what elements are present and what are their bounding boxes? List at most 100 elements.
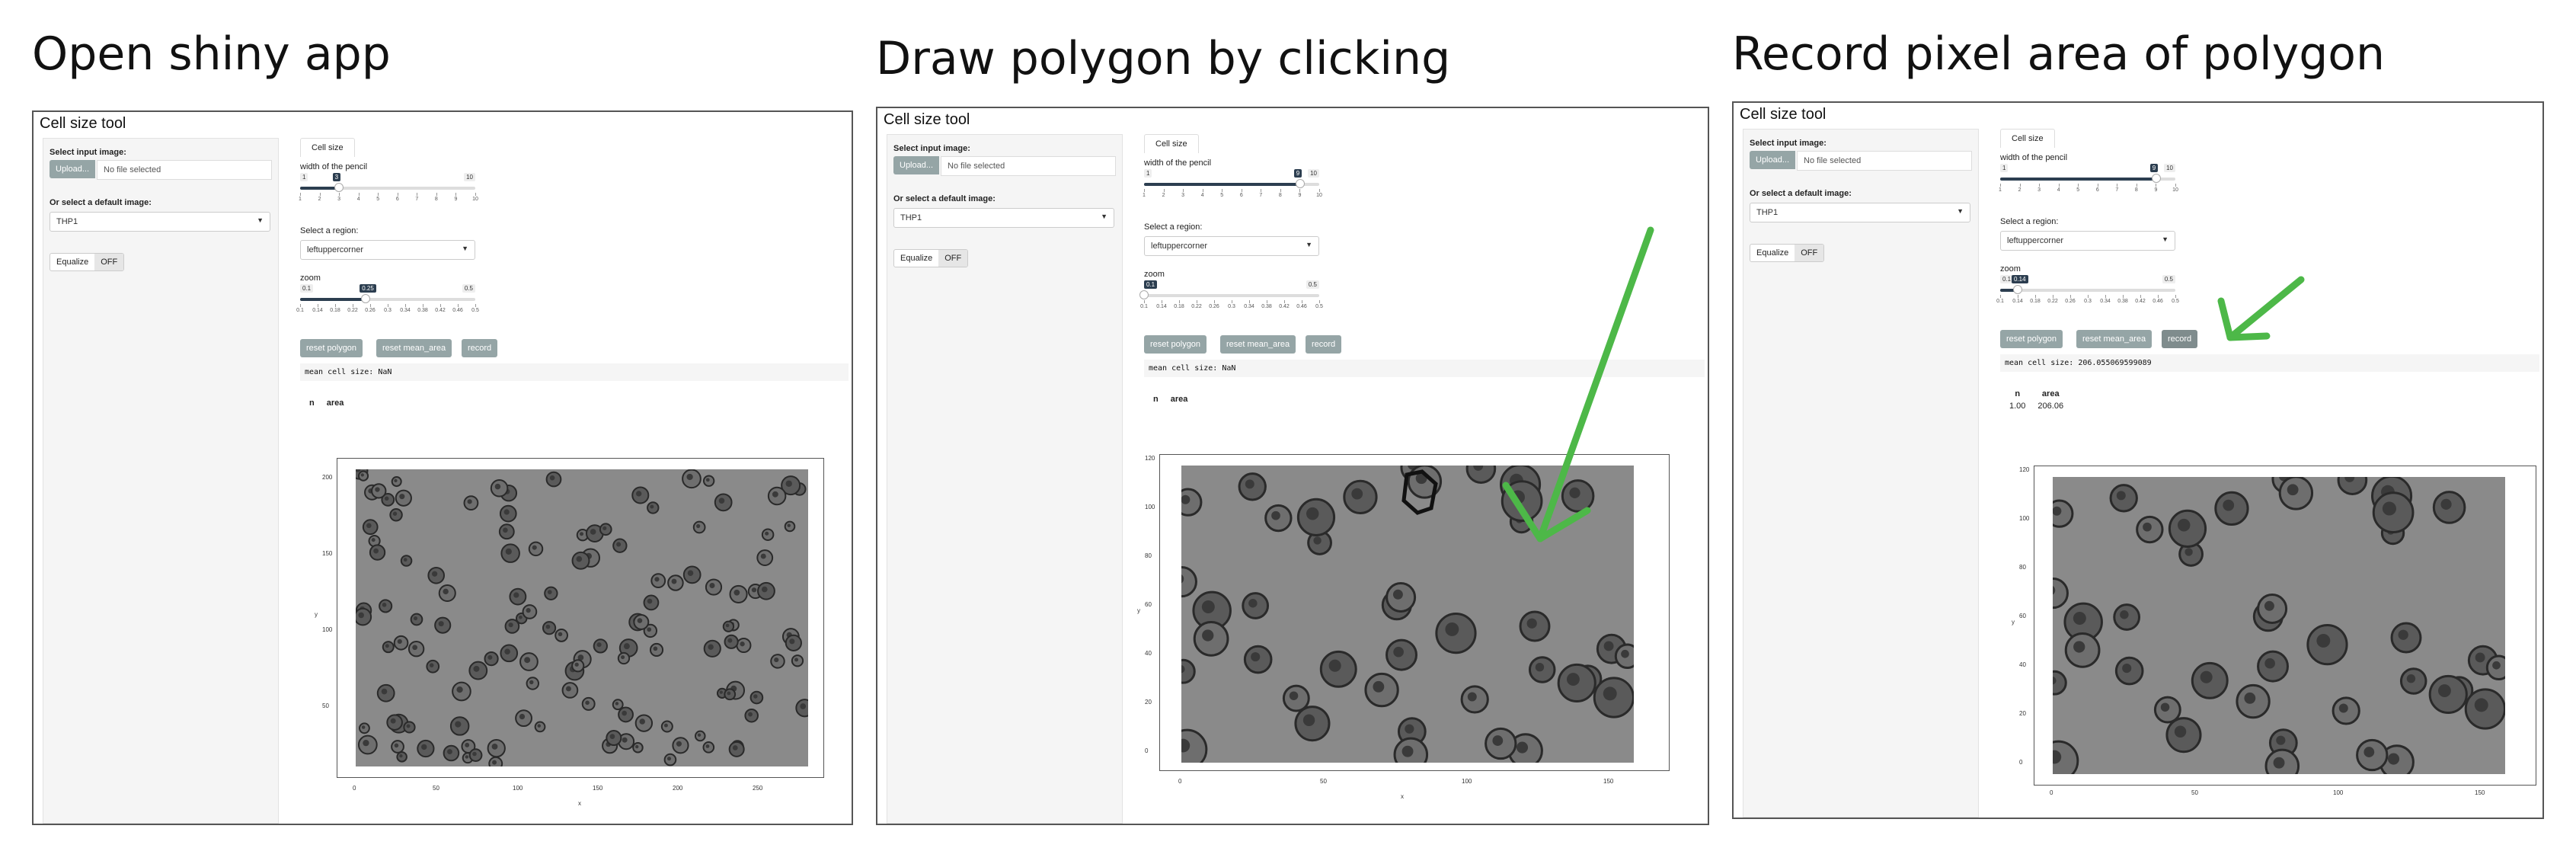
- slider-handle[interactable]: [2013, 285, 2022, 294]
- pencil-width-slider[interactable]: 1 10 3 1 2 3 4 5 6 7 8 9 10: [299, 173, 478, 203]
- slider-value: 0.1: [1144, 280, 1158, 289]
- slider-tick: [2058, 184, 2060, 187]
- y-tick: 60: [1145, 601, 1152, 608]
- default-image-select[interactable]: THP1 ▼: [1750, 203, 1970, 222]
- default-image-select[interactable]: THP1 ▼: [893, 208, 1114, 228]
- equalize-toggle[interactable]: Equalize OFF: [50, 253, 125, 271]
- slider-tick-label: 6: [1239, 193, 1243, 198]
- region-value: leftuppercorner: [2007, 236, 2063, 245]
- slider-tick: [300, 193, 301, 196]
- cell-image[interactable]: [2053, 477, 2505, 774]
- reset-mean-area-button[interactable]: reset mean_area: [376, 339, 452, 357]
- slider-tick: [2035, 295, 2036, 298]
- slider-tick: [1319, 300, 1320, 303]
- pencil-width-slider[interactable]: 1 10 9 1 2 3 4 5 6 7 8 9 10: [1143, 169, 1322, 200]
- slider-handle[interactable]: [1295, 179, 1305, 188]
- reset-polygon-button[interactable]: reset polygon: [2000, 330, 2063, 348]
- tab-cell-size[interactable]: Cell size: [300, 138, 355, 157]
- reset-mean-area-button[interactable]: reset mean_area: [1220, 335, 1296, 354]
- zoom-label: zoom: [2000, 264, 2021, 274]
- cell-image[interactable]: [356, 469, 808, 766]
- equalize-state: OFF: [938, 250, 968, 267]
- default-image-select[interactable]: THP1 ▼: [50, 212, 270, 232]
- slider-tick: [2158, 295, 2159, 298]
- slider-tick: [475, 193, 476, 196]
- slider-tick-label: 0.18: [1174, 304, 1184, 309]
- input-image-label: Select input image:: [893, 144, 970, 153]
- slider-tick-label: 8: [1278, 193, 1282, 198]
- y-tick: 120: [2019, 466, 2030, 473]
- upload-button[interactable]: Upload...: [50, 160, 96, 178]
- y-tick: 200: [322, 474, 333, 481]
- pencil-width-slider[interactable]: 1 10 9 1 2 3 4 5 6 7 8 9 10: [1999, 164, 2178, 194]
- x-tick: 250: [753, 785, 763, 792]
- slider-fill: [300, 187, 339, 190]
- equalize-toggle[interactable]: Equalize OFF: [1750, 244, 1825, 262]
- slider-handle[interactable]: [334, 183, 344, 192]
- slider-tick: [475, 304, 476, 307]
- pencil-width-label: width of the pencil: [1144, 158, 1212, 168]
- y-axis-label: y: [1137, 607, 1140, 614]
- y-tick: 150: [322, 550, 333, 557]
- image-plot[interactable]: y x 0 50 100 150 200 250 200 150 100 50: [315, 458, 824, 807]
- region-select[interactable]: leftuppercorner ▼: [300, 240, 475, 260]
- slider-handle[interactable]: [1139, 290, 1149, 299]
- region-select[interactable]: leftuppercorner ▼: [1144, 236, 1319, 256]
- region-label: Select a region:: [300, 226, 359, 235]
- zoom-slider[interactable]: 0.1 0.5 0.25 0.1 0.14 0.18 0.22 0.26 0.3 0.34 0.38…: [296, 284, 479, 315]
- slider-ticks: 0.1 0.14 0.18 0.22 0.26 0.3 0.34 0.38 0.42 0.46 0.…: [1996, 295, 2179, 306]
- slider-max: 0.5: [1306, 280, 1319, 289]
- slider-tick-label: 9: [2154, 187, 2158, 193]
- y-tick: 0: [2019, 759, 2023, 766]
- slider-tick: [1163, 189, 1165, 192]
- equalize-toggle[interactable]: Equalize OFF: [893, 249, 969, 267]
- x-tick: 50: [2191, 789, 2198, 796]
- tab-cell-size[interactable]: Cell size: [2000, 129, 2055, 148]
- slider-tick: [405, 304, 406, 307]
- record-button[interactable]: record: [2162, 330, 2198, 348]
- slider-tick-label: 2: [318, 197, 321, 202]
- slider-tick: [2123, 295, 2124, 298]
- y-tick: 100: [2019, 515, 2030, 522]
- upload-button[interactable]: Upload...: [1750, 151, 1796, 169]
- pencil-width-label: width of the pencil: [2000, 153, 2068, 162]
- slider-value: 9: [2149, 164, 2159, 172]
- record-button[interactable]: record: [1306, 335, 1342, 354]
- slider-handle[interactable]: [361, 294, 371, 303]
- x-tick: 50: [1320, 778, 1327, 785]
- slider-max: 10: [1308, 169, 1319, 178]
- slider-tick-label: 5: [376, 197, 380, 202]
- zoom-slider[interactable]: 0.1 0.5 0.14 0.1 0.14 0.18 0.22 0.26 0.3 0.34 0.38…: [1996, 275, 2179, 306]
- equalize-state: OFF: [1795, 245, 1824, 261]
- y-tick: 100: [322, 626, 333, 633]
- image-plot[interactable]: y 120 100 80 60 40 20 0 0 50 100 150: [2012, 466, 2536, 796]
- step-2-title: Draw polygon by clicking: [876, 32, 1451, 85]
- slider-tick: [1144, 189, 1145, 192]
- slider-track[interactable]: [2000, 289, 2175, 292]
- x-tick: 100: [1462, 778, 1472, 785]
- slider-min: 1: [1144, 169, 1152, 178]
- slider-tick-label: 0.46: [2153, 299, 2163, 304]
- slider-tick-label: 0.3: [384, 308, 392, 313]
- x-tick: 100: [2333, 789, 2344, 796]
- sidebar: Select input image: Upload... No file se…: [43, 138, 279, 824]
- sidebar: Select input image: Upload... No file se…: [1743, 129, 1979, 818]
- slider-tick-label: 0.14: [1156, 304, 1167, 309]
- slider-tick-label: 0.26: [2065, 299, 2076, 304]
- slider-handle[interactable]: [2151, 174, 2161, 183]
- zoom-slider[interactable]: 0.10.50.10.10.140.180.220.260.30.340.380…: [1139, 280, 1323, 311]
- slider-track[interactable]: [1144, 294, 1319, 297]
- reset-polygon-button[interactable]: reset polygon: [1144, 335, 1207, 354]
- upload-button[interactable]: Upload...: [893, 156, 940, 174]
- slider-tick: [436, 193, 437, 196]
- reset-polygon-button[interactable]: reset polygon: [300, 339, 363, 357]
- x-axis-label: x: [578, 800, 581, 807]
- region-select[interactable]: leftuppercorner ▼: [2000, 231, 2175, 251]
- record-button[interactable]: record: [462, 339, 498, 357]
- y-tick: 20: [1145, 699, 1152, 706]
- app-title: Cell size tool: [1740, 106, 1827, 123]
- pointer-arrow-icon: [1502, 226, 1654, 542]
- tab-cell-size[interactable]: Cell size: [1144, 134, 1199, 153]
- x-tick: 150: [1603, 778, 1614, 785]
- reset-mean-area-button[interactable]: reset mean_area: [2076, 330, 2153, 348]
